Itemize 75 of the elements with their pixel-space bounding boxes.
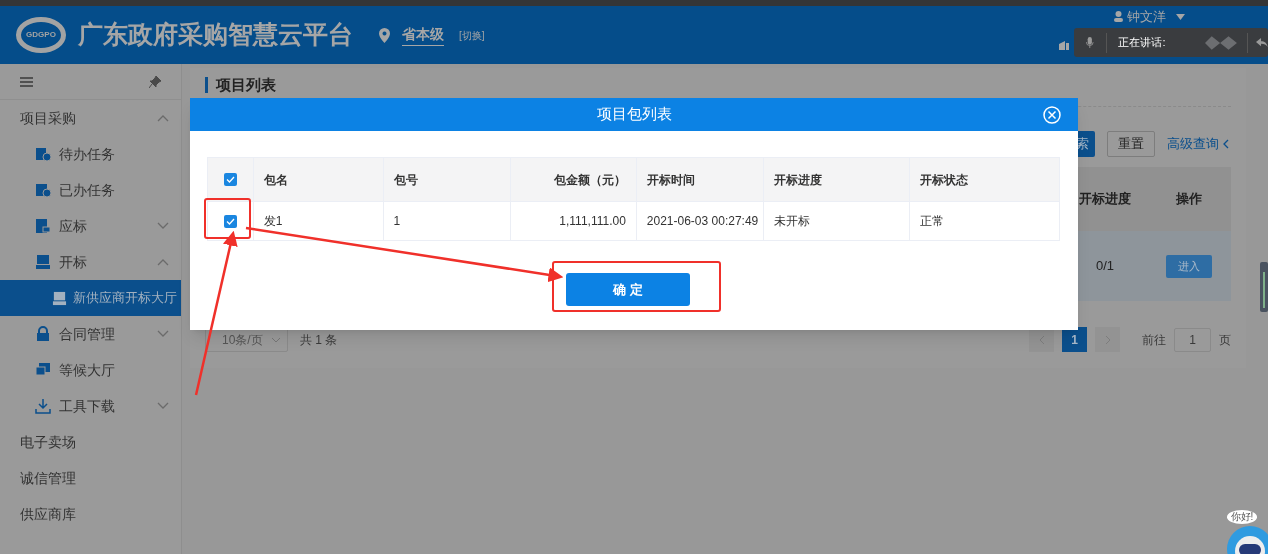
document-list-icon	[35, 218, 51, 234]
chevron-up-icon	[157, 258, 169, 266]
table-cell: 1,111,111.00	[510, 202, 636, 240]
dialog-title: 项目包列表	[596, 104, 672, 125]
sidebar-item[interactable]: 已办任务	[0, 172, 181, 208]
inbox-icon	[52, 290, 67, 306]
sidebar-item[interactable]: 开标	[0, 244, 181, 280]
sidebar-item[interactable]: 应标	[0, 208, 181, 244]
clock-list-icon	[35, 146, 51, 162]
total-count: 共 1 条	[300, 331, 338, 349]
table-cell: 2021-06-03 00:27:49	[635, 202, 763, 240]
sidebar-item[interactable]: 等候大厅	[0, 352, 181, 388]
sidebar-item[interactable]: 新供应商开标大厅	[0, 280, 181, 316]
column-header: 开标时间	[636, 158, 763, 201]
table-cell: 正常	[909, 202, 1059, 240]
column-header: 包金额（元）	[510, 158, 636, 201]
folder-check-icon	[35, 182, 51, 198]
table-cell: 未开标	[762, 202, 910, 240]
chevron-down-icon	[271, 336, 281, 343]
chevron-down-icon	[157, 402, 169, 410]
greeting-bubble: 你好!	[1226, 510, 1258, 524]
chevron-down-icon	[157, 222, 169, 230]
column-header: 包名	[252, 158, 383, 201]
close-icon[interactable]	[1043, 106, 1061, 124]
region-link[interactable]: 省本级	[402, 24, 444, 46]
column-header: 操作	[1175, 190, 1203, 209]
checkbox[interactable]	[223, 214, 237, 228]
enter-button[interactable]: 进入	[1166, 254, 1212, 278]
download-icon	[35, 398, 51, 414]
reset-button[interactable]: 重置	[1107, 131, 1155, 157]
chat-icon	[35, 362, 51, 378]
column-header: 包号	[382, 158, 511, 201]
sidebar-item[interactable]: 诚信管理	[0, 460, 181, 496]
checkbox[interactable]	[223, 173, 237, 186]
goto-label: 前往	[1142, 331, 1166, 349]
chevron-down-icon	[157, 330, 169, 338]
user-menu[interactable]: 钟文洋	[1114, 7, 1185, 27]
microphone-icon[interactable]	[1086, 35, 1094, 50]
sidebar-item[interactable]: 电子卖场	[0, 424, 181, 460]
caret-icon	[1176, 13, 1185, 20]
annotation-box	[204, 198, 251, 239]
sidebar-item[interactable]: 供应商库	[0, 496, 181, 532]
chevron-left-icon	[1038, 334, 1045, 345]
chevron-left-icon	[1223, 139, 1229, 149]
table-cell: 发1	[252, 202, 383, 240]
reply-icon[interactable]	[1256, 37, 1268, 48]
sidebar-item[interactable]: 待办任务	[0, 136, 181, 172]
switch-link[interactable]: [切换]	[459, 27, 485, 43]
sidebar-item[interactable]: 工具下载	[0, 388, 181, 424]
column-header: 开标进度	[762, 158, 910, 201]
pin-icon[interactable]	[149, 75, 161, 88]
column-header: 开标进度	[1078, 190, 1132, 209]
page-suffix: 页	[1219, 331, 1231, 349]
advanced-query-link[interactable]: 高级查询	[1167, 134, 1229, 154]
menu-icon[interactable]	[20, 76, 33, 87]
building-icon	[1059, 41, 1069, 50]
chevron-up-icon	[157, 114, 169, 122]
page-title: 项目列表	[216, 74, 276, 95]
sidebar-item[interactable]: 项目采购	[0, 100, 181, 136]
column-header: 开标状态	[909, 158, 1059, 201]
table-cell: 1	[382, 202, 511, 240]
user-icon	[1114, 11, 1123, 23]
goto-page-field[interactable]: 1	[1174, 327, 1211, 352]
table-cell-text: 0/1	[1094, 257, 1116, 276]
page-button[interactable]: 1	[1062, 327, 1087, 352]
location-pin-icon	[379, 27, 390, 43]
level-meter-icon	[1260, 262, 1268, 312]
speaking-label: 正在讲话:	[1118, 35, 1166, 51]
logo: GDGPO	[16, 17, 66, 53]
lock-icon	[35, 326, 51, 342]
platform-title: 广东政府采购智慧云平台	[78, 19, 353, 51]
confirm-button[interactable]: 确 定	[566, 273, 690, 306]
robot-assistant-icon[interactable]	[1227, 526, 1268, 554]
sidebar-item[interactable]: 合同管理	[0, 316, 181, 352]
inbox-icon	[35, 254, 51, 270]
